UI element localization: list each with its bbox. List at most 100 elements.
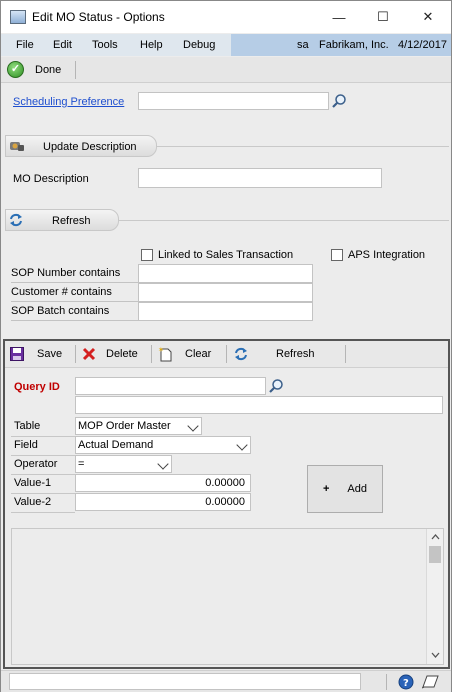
save-button[interactable]: Save (9, 341, 75, 367)
scheduling-lookup-icon[interactable] (330, 92, 348, 110)
clear-button[interactable]: ✶ Clear (157, 341, 223, 367)
refresh-section-label: Refresh (52, 215, 91, 227)
close-button[interactable]: ✕ (406, 1, 450, 33)
menu-help[interactable]: Help (140, 39, 163, 51)
field-select-value: Actual Demand (78, 439, 154, 451)
query-lookup-icon[interactable] (267, 377, 285, 395)
query-refresh-button[interactable]: Refresh (233, 341, 345, 367)
clear-label: Clear (185, 348, 212, 360)
done-check-icon[interactable]: ✓ (7, 61, 24, 78)
done-button[interactable]: Done (35, 64, 61, 76)
operator-select[interactable]: = (75, 455, 172, 473)
svg-text:?: ? (403, 678, 409, 689)
row-divider (11, 474, 75, 475)
table-label: Table (14, 420, 41, 432)
status-message-field (9, 673, 361, 690)
query-description-field[interactable] (75, 396, 443, 414)
save-disk-icon (9, 346, 25, 362)
status-divider (386, 674, 387, 690)
delete-label: Delete (106, 348, 138, 360)
refresh-section-button[interactable]: Refresh (5, 209, 119, 231)
query-toolbar: Save Delete ✶ Clear Refresh (5, 341, 448, 368)
field-label: Field (14, 439, 38, 451)
toolbar-divider (345, 345, 346, 363)
save-label: Save (37, 348, 63, 360)
delete-button[interactable]: Delete (81, 341, 151, 367)
update-description-icon (8, 138, 25, 154)
customer-number-label: Customer # contains (11, 283, 138, 302)
results-scrollbar[interactable] (426, 529, 443, 664)
maximize-button[interactable]: ☐ (361, 1, 405, 33)
toolbar-divider (75, 61, 76, 79)
aps-integration-label: APS Integration (348, 249, 426, 261)
value1-label: Value-1 (14, 477, 52, 489)
edit-mo-status-window: Edit MO Status - Options — ☐ ✕ File Edit… (0, 0, 452, 692)
window-title: Edit MO Status - Options (32, 10, 165, 24)
window-app-icon (10, 10, 26, 24)
value1-field[interactable]: 0.00000 (75, 474, 251, 492)
field-select[interactable]: Actual Demand (75, 436, 251, 454)
customer-number-field[interactable] (138, 283, 313, 302)
add-button[interactable]: + Add (307, 465, 383, 513)
table-select-value: MOP Order Master (78, 420, 171, 432)
row-divider (11, 436, 75, 437)
menu-tools[interactable]: Tools (92, 39, 118, 51)
refresh-icon (233, 346, 249, 362)
action-toolbar: ✓ Done (1, 57, 451, 83)
update-description-label: Update Description (43, 141, 137, 153)
linked-sales-checkbox[interactable] (141, 249, 153, 261)
help-icon[interactable]: ? (397, 673, 414, 690)
value2-text: 0.00000 (205, 496, 245, 508)
user-name: sa (297, 39, 309, 51)
menu-file[interactable]: File (16, 39, 34, 51)
chevron-down-icon (236, 439, 248, 451)
sop-batch-label: SOP Batch contains (11, 302, 138, 321)
sop-batch-field[interactable] (138, 302, 313, 321)
sop-number-field[interactable] (138, 264, 313, 283)
scheduling-preference-field[interactable] (138, 92, 329, 110)
chevron-down-icon (157, 458, 169, 470)
table-select[interactable]: MOP Order Master (75, 417, 202, 435)
query-id-field[interactable] (75, 377, 266, 395)
toolbar-divider (75, 345, 76, 363)
menu-debug[interactable]: Debug (183, 39, 215, 51)
value1-text: 0.00000 (205, 477, 245, 489)
menu-edit[interactable]: Edit (53, 39, 72, 51)
update-description-button[interactable]: Update Description (5, 135, 157, 157)
toolbar-divider (151, 345, 152, 363)
title-bar[interactable]: Edit MO Status - Options — ☐ ✕ (1, 1, 451, 33)
minimize-button[interactable]: — (317, 1, 361, 33)
note-icon[interactable] (421, 673, 439, 690)
aps-integration-checkbox[interactable] (331, 249, 343, 261)
scroll-up-icon[interactable] (430, 533, 440, 541)
menu-bar: File Edit Tools Help Debug sa Fabrikam, … (1, 34, 451, 56)
company-name: Fabrikam, Inc. (319, 39, 389, 51)
scroll-thumb[interactable] (429, 546, 441, 563)
query-panel: Save Delete ✶ Clear Refresh Query ID Tab… (3, 339, 450, 669)
user-info-panel: sa Fabrikam, Inc. 4/12/2017 (231, 34, 451, 56)
add-label: Add (347, 483, 367, 495)
chevron-down-icon (187, 420, 199, 432)
row-divider (11, 493, 75, 494)
status-bar: ? (1, 670, 451, 692)
operator-select-value: = (78, 458, 85, 470)
scheduling-preference-link[interactable]: Scheduling Preference (13, 96, 124, 108)
linked-sales-label: Linked to Sales Transaction (158, 249, 294, 261)
query-refresh-label: Refresh (276, 348, 315, 360)
svg-text:✶: ✶ (158, 346, 164, 354)
mo-description-label: MO Description (13, 173, 89, 185)
row-divider (11, 512, 75, 513)
sop-number-label: SOP Number contains (11, 264, 138, 283)
row-divider (11, 455, 75, 456)
scroll-down-icon[interactable] (430, 651, 440, 659)
mo-description-field[interactable] (138, 168, 382, 188)
clear-new-icon: ✶ (157, 346, 173, 362)
toolbar-divider (226, 345, 227, 363)
operator-label: Operator (14, 458, 58, 470)
value2-field[interactable]: 0.00000 (75, 493, 251, 511)
query-results-list[interactable] (11, 528, 444, 665)
query-id-label: Query ID (14, 381, 60, 393)
value2-label: Value-2 (14, 496, 52, 508)
delete-x-icon (81, 346, 97, 362)
refresh-icon (8, 212, 24, 228)
